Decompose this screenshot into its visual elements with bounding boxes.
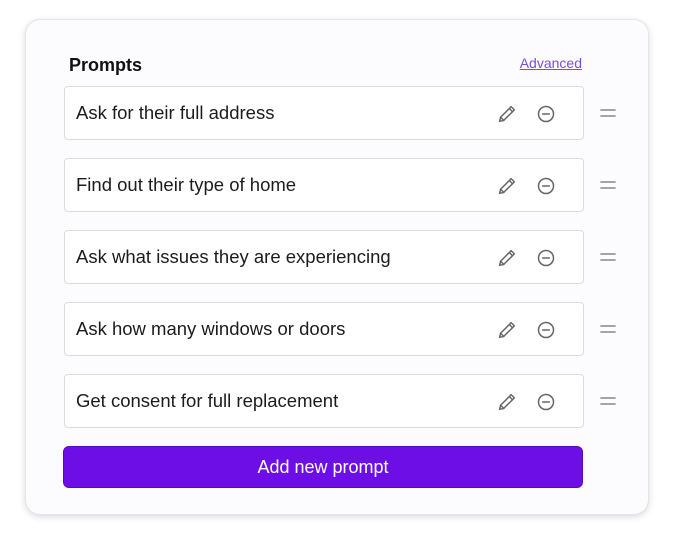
minus-circle-icon bbox=[537, 177, 555, 195]
prompt-row: Ask what issues they are experiencing bbox=[64, 230, 646, 302]
drag-handle-icon bbox=[600, 325, 616, 333]
prompt-text: Find out their type of home bbox=[76, 174, 297, 195]
prompt-item[interactable]: Ask how many windows or doors bbox=[64, 302, 584, 356]
drag-handle-icon bbox=[600, 109, 616, 117]
drag-handle-icon bbox=[600, 253, 616, 261]
prompt-item[interactable]: Get consent for full replacement bbox=[64, 374, 584, 428]
prompts-card: Prompts Advanced Ask for their full addr… bbox=[26, 20, 648, 514]
drag-handle[interactable] bbox=[598, 176, 618, 194]
prompt-text: Ask what issues they are experiencing bbox=[76, 246, 391, 267]
edit-button[interactable] bbox=[494, 173, 520, 199]
prompt-text: Ask for their full address bbox=[76, 102, 275, 123]
pencil-icon bbox=[498, 249, 516, 267]
prompt-item[interactable]: Ask for their full address bbox=[64, 86, 584, 140]
pencil-icon bbox=[498, 177, 516, 195]
edit-button[interactable] bbox=[494, 245, 520, 271]
edit-button[interactable] bbox=[494, 317, 520, 343]
panel-title: Prompts bbox=[69, 55, 143, 75]
prompt-text: Get consent for full replacement bbox=[76, 390, 339, 411]
prompt-row: Get consent for full replacement bbox=[64, 374, 646, 446]
remove-button[interactable] bbox=[533, 173, 559, 199]
remove-button[interactable] bbox=[533, 101, 559, 127]
add-prompt-button[interactable]: Add new prompt bbox=[63, 446, 583, 488]
prompt-row: Ask for their full address bbox=[64, 86, 646, 158]
minus-circle-icon bbox=[537, 321, 555, 339]
prompt-item[interactable]: Find out their type of home bbox=[64, 158, 584, 212]
prompt-list: Ask for their full address Find out thei… bbox=[64, 86, 646, 446]
pencil-icon bbox=[498, 393, 516, 411]
drag-handle[interactable] bbox=[598, 104, 618, 122]
drag-handle[interactable] bbox=[598, 320, 618, 338]
drag-handle[interactable] bbox=[598, 392, 618, 410]
minus-circle-icon bbox=[537, 393, 555, 411]
drag-handle-icon bbox=[600, 397, 616, 405]
edit-button[interactable] bbox=[494, 101, 520, 127]
drag-handle-icon bbox=[600, 181, 616, 189]
pencil-icon bbox=[498, 321, 516, 339]
remove-button[interactable] bbox=[533, 245, 559, 271]
pencil-icon bbox=[498, 105, 516, 123]
drag-handle[interactable] bbox=[598, 248, 618, 266]
prompt-text: Ask how many windows or doors bbox=[76, 318, 346, 339]
minus-circle-icon bbox=[537, 105, 555, 123]
prompt-item[interactable]: Ask what issues they are experiencing bbox=[64, 230, 584, 284]
minus-circle-icon bbox=[537, 249, 555, 267]
edit-button[interactable] bbox=[494, 389, 520, 415]
prompt-row: Ask how many windows or doors bbox=[64, 302, 646, 374]
prompt-row: Find out their type of home bbox=[64, 158, 646, 230]
advanced-link[interactable]: Advanced bbox=[520, 55, 582, 71]
remove-button[interactable] bbox=[533, 317, 559, 343]
remove-button[interactable] bbox=[533, 389, 559, 415]
